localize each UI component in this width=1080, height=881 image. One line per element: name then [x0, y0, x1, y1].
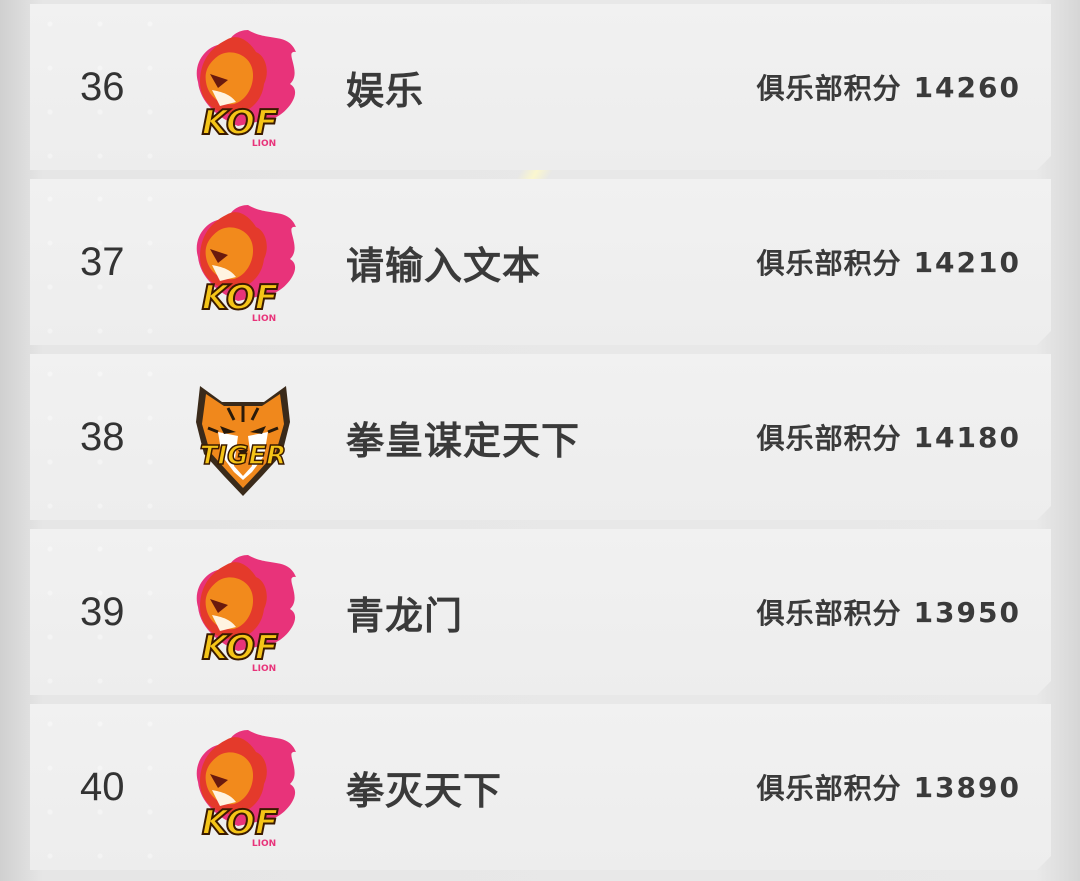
score-label: 俱乐部积分 [756, 598, 902, 629]
svg-text:LION: LION [252, 664, 276, 674]
score-value: 14180 [913, 420, 1021, 454]
club-name: 青龙门 [346, 595, 464, 638]
kof-lion-icon: KOF LION [178, 722, 308, 852]
svg-text:KOF: KOF [202, 103, 278, 143]
club-name: 娱乐 [346, 70, 425, 113]
rank-number: 37 [80, 239, 125, 284]
svg-text:LION: LION [252, 839, 276, 849]
leaderboard-row-37[interactable]: 37 KOF LION 请输入文本 俱乐部积分 14210 [30, 179, 1051, 345]
kof-lion-icon: KOF LION [178, 22, 308, 152]
kof-lion-icon: KOF LION [178, 547, 308, 677]
leaderboard-row-40[interactable]: 40 KOF LION 拳灭天下 俱乐部积分 13890 [30, 704, 1051, 870]
rank-number: 39 [80, 589, 125, 634]
club-score: 俱乐部积分 14260 [757, 4, 1021, 170]
score-value: 13890 [913, 770, 1021, 804]
svg-text:TIGER: TIGER [200, 441, 287, 471]
leaderboard-row-39[interactable]: 39 KOF LION 青龙门 俱乐部积分 13950 [30, 529, 1051, 695]
score-label: 俱乐部积分 [756, 773, 902, 804]
club-score: 俱乐部积分 14180 [757, 354, 1021, 520]
rank-number: 38 [80, 414, 125, 459]
club-name: 请输入文本 [346, 245, 542, 288]
leaderboard-row-36[interactable]: 36 KOF LION 娱乐 俱乐部积分 14260 [30, 4, 1051, 170]
club-leaderboard-list: 36 KOF LION 娱乐 俱乐部积分 14260 37 KOF LION 请… [0, 0, 1080, 881]
svg-text:LION: LION [252, 139, 276, 149]
tiger-icon: TIGER [178, 372, 308, 502]
club-score: 俱乐部积分 13950 [757, 529, 1021, 695]
svg-text:KOF: KOF [202, 628, 278, 668]
score-label: 俱乐部积分 [756, 423, 902, 454]
rank-number: 40 [80, 764, 125, 809]
rank-number: 36 [80, 64, 125, 109]
leaderboard-row-38[interactable]: 38 TIGER 拳皇谋定天下 俱乐部积分 14180 [30, 354, 1051, 520]
svg-text:KOF: KOF [202, 803, 278, 843]
score-value: 14210 [913, 245, 1021, 279]
score-label: 俱乐部积分 [756, 248, 902, 279]
club-name: 拳皇谋定天下 [346, 420, 581, 463]
club-name: 拳灭天下 [346, 770, 503, 813]
kof-lion-icon: KOF LION [178, 197, 308, 327]
score-value: 14260 [913, 70, 1021, 104]
club-score: 俱乐部积分 13890 [757, 704, 1021, 870]
club-score: 俱乐部积分 14210 [757, 179, 1021, 345]
svg-text:LION: LION [252, 314, 276, 324]
score-value: 13950 [913, 595, 1021, 629]
score-label: 俱乐部积分 [756, 73, 902, 104]
svg-text:KOF: KOF [202, 278, 278, 318]
